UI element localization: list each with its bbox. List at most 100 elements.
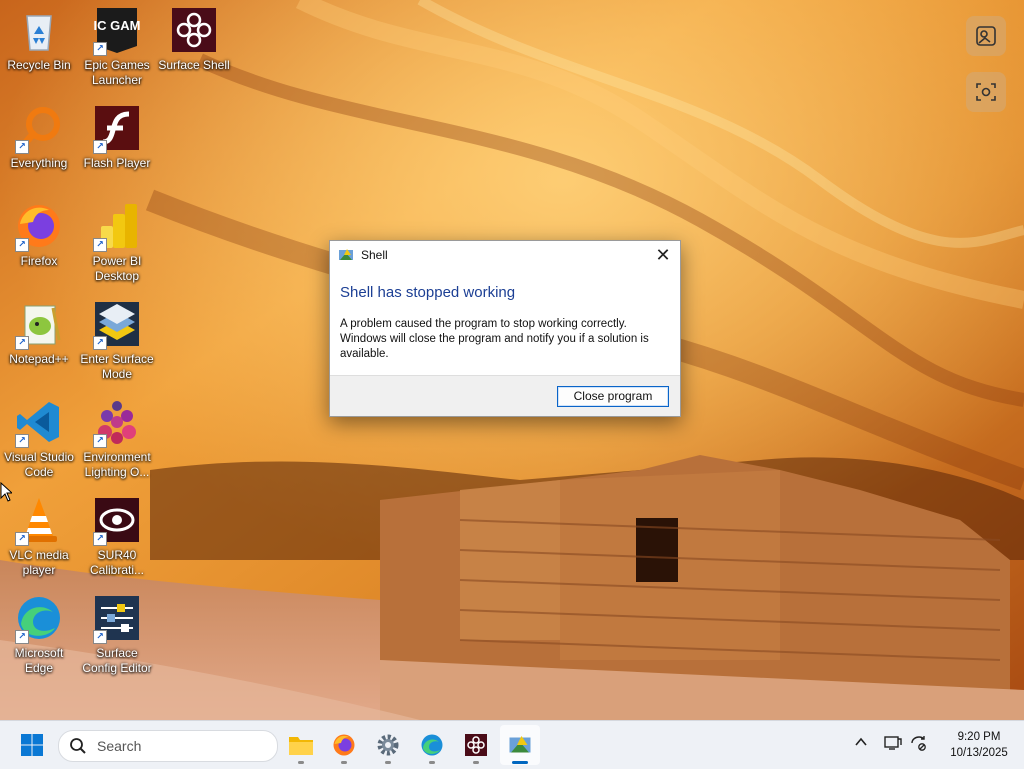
desktop-icon-everything[interactable]: ↗ Everything [0,104,78,171]
desktop-icon-surface-config-editor[interactable]: ↗ Surface Config Editor [78,594,156,676]
taskbar-surface-shell[interactable] [456,725,496,765]
error-dialog: Shell ✕ Shell has stopped working A prob… [329,240,681,417]
chevron-up-icon[interactable] [854,735,868,749]
edge-icon: ↗ [15,594,63,644]
desktop-icon-label: Surface Config Editor [82,646,152,675]
everything-search-icon: ↗ [15,104,63,154]
dialog-title: Shell [361,248,388,262]
running-indicator [341,761,347,764]
power-bi-icon: ↗ [93,202,141,252]
dialog-close-icon[interactable]: ✕ [652,244,674,266]
desktop-icon-vlc[interactable]: ↗ VLC media player [0,496,78,578]
shortcut-arrow-icon: ↗ [15,238,29,252]
shortcut-arrow-icon: ↗ [93,140,107,154]
running-indicator [385,761,391,764]
search-input[interactable] [95,737,269,755]
shortcut-arrow-icon: ↗ [93,336,107,350]
system-clock[interactable]: 9:20 PM 10/13/2025 [940,729,1018,761]
desktop-icon-label: Epic Games Launcher [84,58,150,87]
shortcut-arrow-icon: ↗ [15,336,29,350]
vscode-icon: ↗ [15,398,63,448]
screen-capture-icon [976,83,996,101]
desktop-icon-label: Enter Surface Mode [80,352,154,381]
desktop-icon-vscode[interactable]: ↗ Visual Studio Code [0,398,78,480]
desktop-icon-label: Surface Shell [158,58,230,72]
shortcut-arrow-icon: ↗ [93,238,107,252]
gear-icon [377,734,399,756]
shortcut-arrow-icon: ↗ [93,42,107,56]
edge-icon [421,734,443,756]
dialog-heading: Shell has stopped working [340,284,516,301]
network-sync-icon[interactable] [910,735,928,751]
running-indicator [429,761,435,764]
desktop-icon-power-bi[interactable]: ↗ Power BI Desktop [78,202,156,284]
dialog-message: A problem caused the program to stop wor… [340,318,649,360]
vlc-cone-icon: ↗ [15,496,63,546]
surface-shell-icon [465,734,487,756]
active-indicator [512,761,528,764]
surface-shell-icon [170,6,218,54]
shortcut-arrow-icon: ↗ [15,630,29,644]
desktop-icon-label: VLC media player [9,548,69,577]
desktop-icon-sur40-calibration[interactable]: ↗ SUR40 Calibrati... [78,496,156,578]
desktop-icon-edge[interactable]: ↗ Microsoft Edge [0,594,78,676]
shortcut-arrow-icon: ↗ [15,140,29,154]
dialog-titlebar[interactable]: Shell ✕ [330,241,680,269]
desktop-icon-label: Everything [10,156,68,170]
desktop-icon-label: Microsoft Edge [14,646,64,675]
search-icon [70,738,86,754]
surface-mode-icon: ↗ [93,300,141,350]
desktop-icon-epic-games[interactable]: EPIC GAMES ↗ Epic Games Launcher [76,6,158,88]
desktop-icon-label: Recycle Bin [7,58,71,72]
recycle-bin-icon [15,6,63,54]
windows-logo-icon [21,734,43,756]
dialog-footer: Close program [330,375,680,416]
start-button[interactable] [12,725,52,765]
taskbar-edge[interactable] [412,725,452,765]
taskbar-firefox[interactable] [324,725,364,765]
desktop-icon-label: Environment Lighting O... [83,450,151,479]
running-indicator [298,761,304,764]
desktop-icon-label: Visual Studio Code [4,450,74,479]
shell-app-icon [339,249,353,260]
display-icon[interactable] [884,735,902,751]
desktop-icon-label: Power BI Desktop [92,254,142,283]
notepadpp-icon: ↗ [15,300,63,350]
surface-config-editor-icon: ↗ [93,594,141,644]
desktop-icon-environment-lighting[interactable]: ↗ Environment Lighting O... [78,398,156,480]
clock-date: 10/13/2025 [950,747,1008,759]
shortcut-arrow-icon: ↗ [93,434,107,448]
running-indicator [473,761,479,764]
firefox-icon: ↗ [15,202,63,252]
desktop-icon-flash-player[interactable]: ↗ Flash Player [78,104,156,171]
desktop-icon-label: Flash Player [83,156,151,170]
sur40-calibration-icon: ↗ [93,496,141,546]
taskbar-search-box[interactable] [58,730,278,762]
shortcut-arrow-icon: ↗ [15,532,29,546]
mouse-cursor-icon [0,482,12,502]
epic-logo-text: EPIC GAMES [93,18,141,33]
image-search-icon [976,26,996,46]
desktop-icon-surface-shell[interactable]: Surface Shell [155,6,233,73]
firefox-icon [333,734,355,756]
desktop-icon-firefox[interactable]: ↗ Firefox [0,202,78,269]
taskbar-settings[interactable] [368,725,408,765]
folder-icon [289,737,313,755]
desktop-icon-recycle-bin[interactable]: Recycle Bin [0,6,78,73]
desktop-icon-label: SUR40 Calibrati... [89,548,145,577]
shortcut-arrow-icon: ↗ [93,532,107,546]
epic-games-icon: EPIC GAMES ↗ [76,6,158,56]
desktop-icon-enter-surface-mode[interactable]: ↗ Enter Surface Mode [78,300,156,382]
shortcut-arrow-icon: ↗ [15,434,29,448]
taskbar-shell-app[interactable] [500,725,540,765]
capture-side-button[interactable] [966,72,1006,112]
environment-lighting-icon: ↗ [93,398,141,448]
taskbar: 9:20 PM 10/13/2025 [0,720,1024,769]
shortcut-arrow-icon: ↗ [93,630,107,644]
close-program-button[interactable]: Close program [557,386,669,407]
taskbar-file-explorer[interactable] [281,725,321,765]
clock-time: 9:20 PM [957,731,1001,743]
photos-side-button[interactable] [966,16,1006,56]
desktop-icon-notepadpp[interactable]: ↗ Notepad++ [0,300,78,367]
shell-app-icon [509,736,531,753]
